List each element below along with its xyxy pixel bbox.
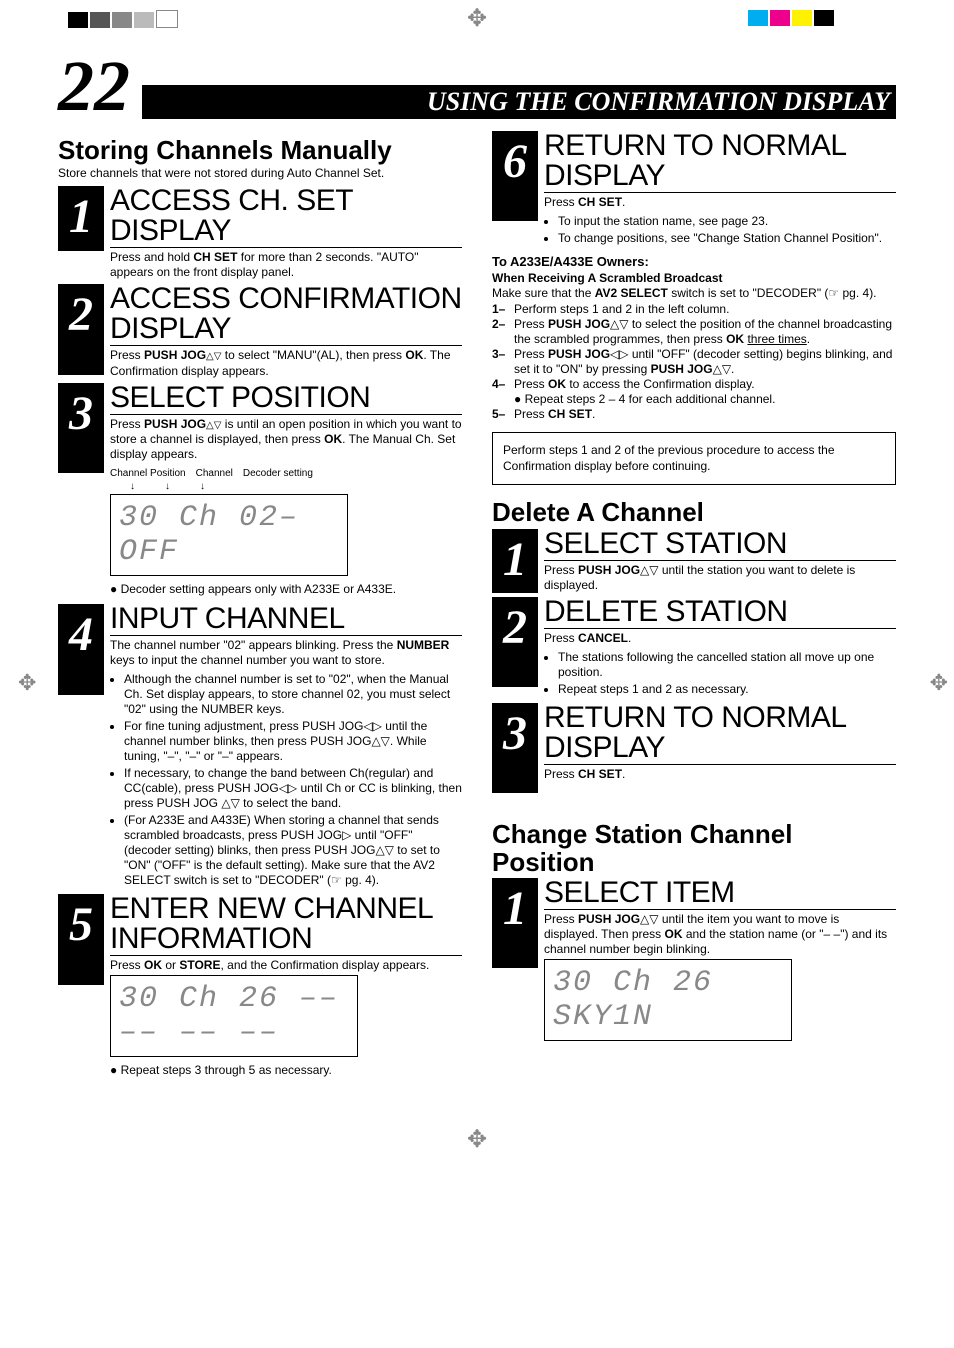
arrows-down: ↓↓↓ bbox=[110, 481, 462, 492]
left-column: Storing Channels Manually Store channels… bbox=[58, 131, 462, 1085]
delete-step-2: 2 DELETE STATION Press CANCEL. The stati… bbox=[492, 597, 896, 699]
info-box: Perform steps 1 and 2 of the previous pr… bbox=[492, 432, 896, 485]
step-text: Press PUSH JOG△▽ until the item you want… bbox=[544, 912, 896, 957]
owners-subheading: When Receiving A Scrambled Broadcast bbox=[492, 271, 896, 287]
owners-step-3: 3–Press PUSH JOG◁▷ until "OFF" (decoder … bbox=[492, 347, 896, 377]
owners-step-2: 2–Press PUSH JOG△▽ to select the positio… bbox=[492, 317, 896, 347]
printer-marks-top: ✥ bbox=[58, 10, 896, 40]
bullet-item: To change positions, see "Change Station… bbox=[558, 231, 896, 246]
step-bullets: The stations following the cancelled sta… bbox=[544, 650, 896, 697]
step-text: Press CANCEL. bbox=[544, 631, 896, 646]
page-number: 22 bbox=[58, 50, 130, 122]
step-title: RETURN TO NORMAL DISPLAY bbox=[544, 703, 896, 765]
step-number: 6 bbox=[492, 131, 538, 221]
step-text: Press CH SET. bbox=[544, 195, 896, 210]
step-note: ● Decoder setting appears only with A233… bbox=[110, 582, 462, 596]
header: 22 USING THE CONFIRMATION DISPLAY bbox=[58, 50, 896, 123]
step-title: ACCESS CONFIRMATION DISPLAY bbox=[110, 284, 462, 346]
step-5: 5 ENTER NEW CHANNEL INFORMATION Press OK… bbox=[58, 894, 462, 1081]
step-text: Press CH SET. bbox=[544, 767, 896, 782]
step-number: 3 bbox=[58, 383, 104, 473]
bullet-item: The stations following the cancelled sta… bbox=[558, 650, 896, 680]
right-column: 6 RETURN TO NORMAL DISPLAY Press CH SET.… bbox=[492, 131, 896, 1085]
step-text: Press PUSH JOG to select "MANU"(AL), the… bbox=[110, 348, 462, 379]
page: ✥ ✥ ✥ 22 USING THE CONFIRMATION DISPLAY … bbox=[58, 0, 896, 1154]
registration-mark-right: ✥ bbox=[930, 670, 948, 696]
owners-intro: Make sure that the AV2 SELECT switch is … bbox=[492, 286, 896, 302]
step-number: 4 bbox=[58, 604, 104, 694]
storing-channels-heading: Storing Channels Manually bbox=[58, 137, 462, 164]
step-title: RETURN TO NORMAL DISPLAY bbox=[544, 131, 896, 193]
delete-channel-heading: Delete A Channel bbox=[492, 499, 896, 526]
step-3: 3 SELECT POSITION Press PUSH JOG is unti… bbox=[58, 383, 462, 601]
registration-mark-top: ✥ bbox=[467, 4, 487, 33]
bullet-item: If necessary, to change the band between… bbox=[124, 766, 462, 811]
delete-step-1: 1 SELECT STATION Press PUSH JOG△▽ until … bbox=[492, 529, 896, 593]
bullet-item: Although the channel number is set to "0… bbox=[124, 672, 462, 717]
bullet-item: For fine tuning adjustment, press PUSH J… bbox=[124, 719, 462, 764]
owners-step-4: 4–Press OK to access the Confirmation di… bbox=[492, 377, 896, 407]
step-title: ENTER NEW CHANNEL INFORMATION bbox=[110, 894, 462, 956]
storing-channels-intro: Store channels that were not stored duri… bbox=[58, 166, 462, 180]
delete-step-3: 3 RETURN TO NORMAL DISPLAY Press CH SET. bbox=[492, 703, 896, 793]
step-text: Press PUSH JOG is until an open position… bbox=[110, 417, 462, 463]
registration-mark-bottom: ✥ bbox=[58, 1125, 896, 1154]
step-bullets: Although the channel number is set to "0… bbox=[110, 672, 462, 888]
step-number: 1 bbox=[58, 186, 104, 250]
step-text: The channel number "02" appears blinking… bbox=[110, 638, 462, 668]
content-columns: Storing Channels Manually Store channels… bbox=[58, 131, 896, 1085]
bullet-item: (For A233E and A433E) When storing a cha… bbox=[124, 813, 462, 888]
step-number: 3 bbox=[492, 703, 538, 793]
lcd-display: 30 Ch 26 SKY1N bbox=[544, 959, 792, 1041]
lcd-display: 30 Ch 26 –– –– –– –– bbox=[110, 975, 358, 1057]
bullet-item: Repeat steps 1 and 2 as necessary. bbox=[558, 682, 896, 697]
step-number: 2 bbox=[58, 284, 104, 374]
lcd-display: 30 Ch 02– OFF bbox=[110, 494, 348, 576]
owners-step-5: 5–Press CH SET. bbox=[492, 407, 896, 422]
change-step-1: 1 SELECT ITEM Press PUSH JOG△▽ until the… bbox=[492, 878, 896, 1047]
change-position-heading: Change Station Channel Position bbox=[492, 821, 896, 876]
owners-heading: To A233E/A433E Owners: bbox=[492, 254, 896, 271]
owners-step-1: 1–Perform steps 1 and 2 in the left colu… bbox=[492, 302, 896, 317]
step-number: 2 bbox=[492, 597, 538, 687]
step-title: SELECT STATION bbox=[544, 529, 896, 561]
step-text: Press and hold CH SET for more than 2 se… bbox=[110, 250, 462, 280]
step-title: DELETE STATION bbox=[544, 597, 896, 629]
step-6: 6 RETURN TO NORMAL DISPLAY Press CH SET.… bbox=[492, 131, 896, 248]
step-4: 4 INPUT CHANNEL The channel number "02" … bbox=[58, 604, 462, 890]
section-title: USING THE CONFIRMATION DISPLAY bbox=[142, 85, 896, 119]
step-title: INPUT CHANNEL bbox=[110, 604, 462, 636]
display-labels: Channel Position Channel Decoder setting bbox=[110, 468, 462, 479]
step-title: SELECT ITEM bbox=[544, 878, 896, 910]
step-text: Press OK or STORE, and the Confirmation … bbox=[110, 958, 462, 973]
step-2: 2 ACCESS CONFIRMATION DISPLAY Press PUSH… bbox=[58, 284, 462, 379]
owners-block: To A233E/A433E Owners: When Receiving A … bbox=[492, 254, 896, 422]
step-note: ● Repeat steps 3 through 5 as necessary. bbox=[110, 1063, 462, 1077]
step-number: 1 bbox=[492, 529, 538, 593]
step-number: 1 bbox=[492, 878, 538, 968]
step-text: Press PUSH JOG△▽ until the station you w… bbox=[544, 563, 896, 593]
cmyk-swatches-left bbox=[68, 10, 180, 33]
bullet-item: To input the station name, see page 23. bbox=[558, 214, 896, 229]
registration-mark-left: ✥ bbox=[18, 670, 36, 696]
step-1: 1 ACCESS CH. SET DISPLAY Press and hold … bbox=[58, 186, 462, 280]
step-bullets: To input the station name, see page 23. … bbox=[544, 214, 896, 246]
cmyk-swatches-right bbox=[748, 10, 836, 31]
step-title: ACCESS CH. SET DISPLAY bbox=[110, 186, 462, 248]
step-number: 5 bbox=[58, 894, 104, 984]
step-title: SELECT POSITION bbox=[110, 383, 462, 415]
